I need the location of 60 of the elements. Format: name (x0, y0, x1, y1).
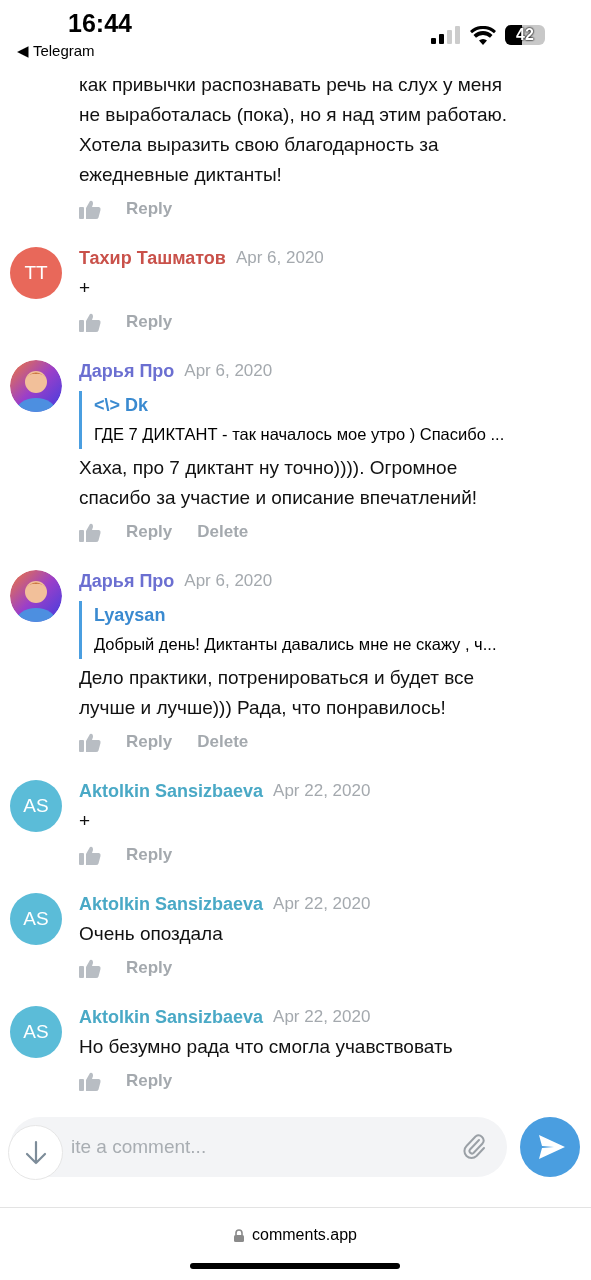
comment-action-button[interactable]: Reply (126, 1071, 173, 1091)
quote-author: Lyaysan (94, 604, 167, 627)
comment-text: как привычки распознавать речь на слух у меня не выработалась (пока), но я над этим работаю. Хотела выразить свою благодарность за ежедневные диктанты! (79, 73, 509, 187)
home-indicator[interactable] (190, 1263, 400, 1269)
avatar (10, 570, 62, 622)
author-name[interactable]: Aktolkin Sansizbaeva (79, 893, 264, 915)
author-name[interactable]: Дарья Про (79, 570, 175, 592)
quote-text: Добрый день! Диктанты давались мне не скажу , ч... (94, 634, 498, 655)
avatar: AS (10, 1006, 62, 1058)
avatar: AS (10, 780, 62, 832)
quote-author: <\> Dk (94, 394, 150, 417)
comment-action-button[interactable]: Reply (126, 732, 173, 752)
send-button[interactable] (520, 1117, 580, 1177)
avatar: TT (10, 247, 62, 299)
send-icon (538, 1134, 566, 1160)
wifi-icon (470, 25, 496, 45)
arrow-down-icon (24, 1139, 47, 1166)
like-icon[interactable] (79, 199, 101, 219)
comment-text: Дело практики, потренироваться и будет все лучше и лучше))) Рада, что понравилось! (79, 666, 476, 720)
comment-action-button[interactable]: Reply (126, 845, 173, 865)
author-name[interactable]: Дарья Про (79, 360, 175, 382)
signal-icon (431, 26, 461, 44)
like-icon[interactable] (79, 958, 101, 978)
avatar: AS (10, 893, 62, 945)
comment-text: Очень опоздала (79, 922, 224, 946)
comment-date: Apr 22, 2020 (273, 1007, 371, 1027)
comment-date: Apr 22, 2020 (273, 781, 371, 801)
comment-date: Apr 22, 2020 (273, 894, 371, 914)
address-bar[interactable]: comments.app (234, 1226, 357, 1244)
comment-date: Apr 6, 2020 (184, 361, 273, 381)
quote-text: ГДЕ 7 ДИКТАНТ - так началось мое утро ) Спасибо ... (94, 424, 506, 445)
reply-quote[interactable]: Lyaysan Добрый день! Диктанты давались мне не скажу , ч... (79, 601, 559, 659)
avatar (10, 360, 62, 412)
author-name[interactable]: Aktolkin Sansizbaeva (79, 1006, 264, 1028)
comment-action-button[interactable]: Reply (126, 199, 173, 219)
back-arrow-icon[interactable]: ◀ (17, 42, 29, 59)
comment-action-button[interactable]: Reply (126, 958, 173, 978)
comment-text: + (79, 809, 92, 833)
reply-quote[interactable]: <\> Dk ГДЕ 7 ДИКТАНТ - так началось мое утро ) Спасибо ... (79, 391, 559, 449)
author-name[interactable]: Aktolkin Sansizbaeva (79, 780, 264, 802)
comment-action-button[interactable]: Reply (126, 522, 173, 542)
like-icon[interactable] (79, 312, 101, 332)
comment-text: + (79, 276, 92, 300)
comment-action-button[interactable]: Delete (197, 522, 249, 542)
comment-action-button[interactable]: Reply (126, 312, 173, 332)
comment-date: Apr 6, 2020 (184, 571, 273, 591)
attach-icon[interactable] (463, 1134, 487, 1160)
comment-text: Но безумно рада что смогла учавствовать (79, 1035, 454, 1059)
lock-icon (234, 1228, 245, 1242)
back-to-app-link[interactable]: Telegram (32, 42, 95, 59)
like-icon[interactable] (79, 522, 101, 542)
author-name[interactable]: Тахир Ташматов (79, 247, 226, 269)
like-icon[interactable] (79, 845, 101, 865)
comment-text: Хаха, про 7 диктант ну точно)))). Огромное спасибо за участие и описание впечатлений! (79, 456, 479, 510)
comment-action-button[interactable]: Delete (197, 732, 249, 752)
like-icon[interactable] (79, 1071, 101, 1091)
comment-date: Apr 6, 2020 (235, 248, 324, 268)
comment-input[interactable]: ite a comment... (10, 1117, 507, 1177)
status-time: 16:44 (68, 9, 132, 38)
like-icon[interactable] (79, 732, 101, 752)
